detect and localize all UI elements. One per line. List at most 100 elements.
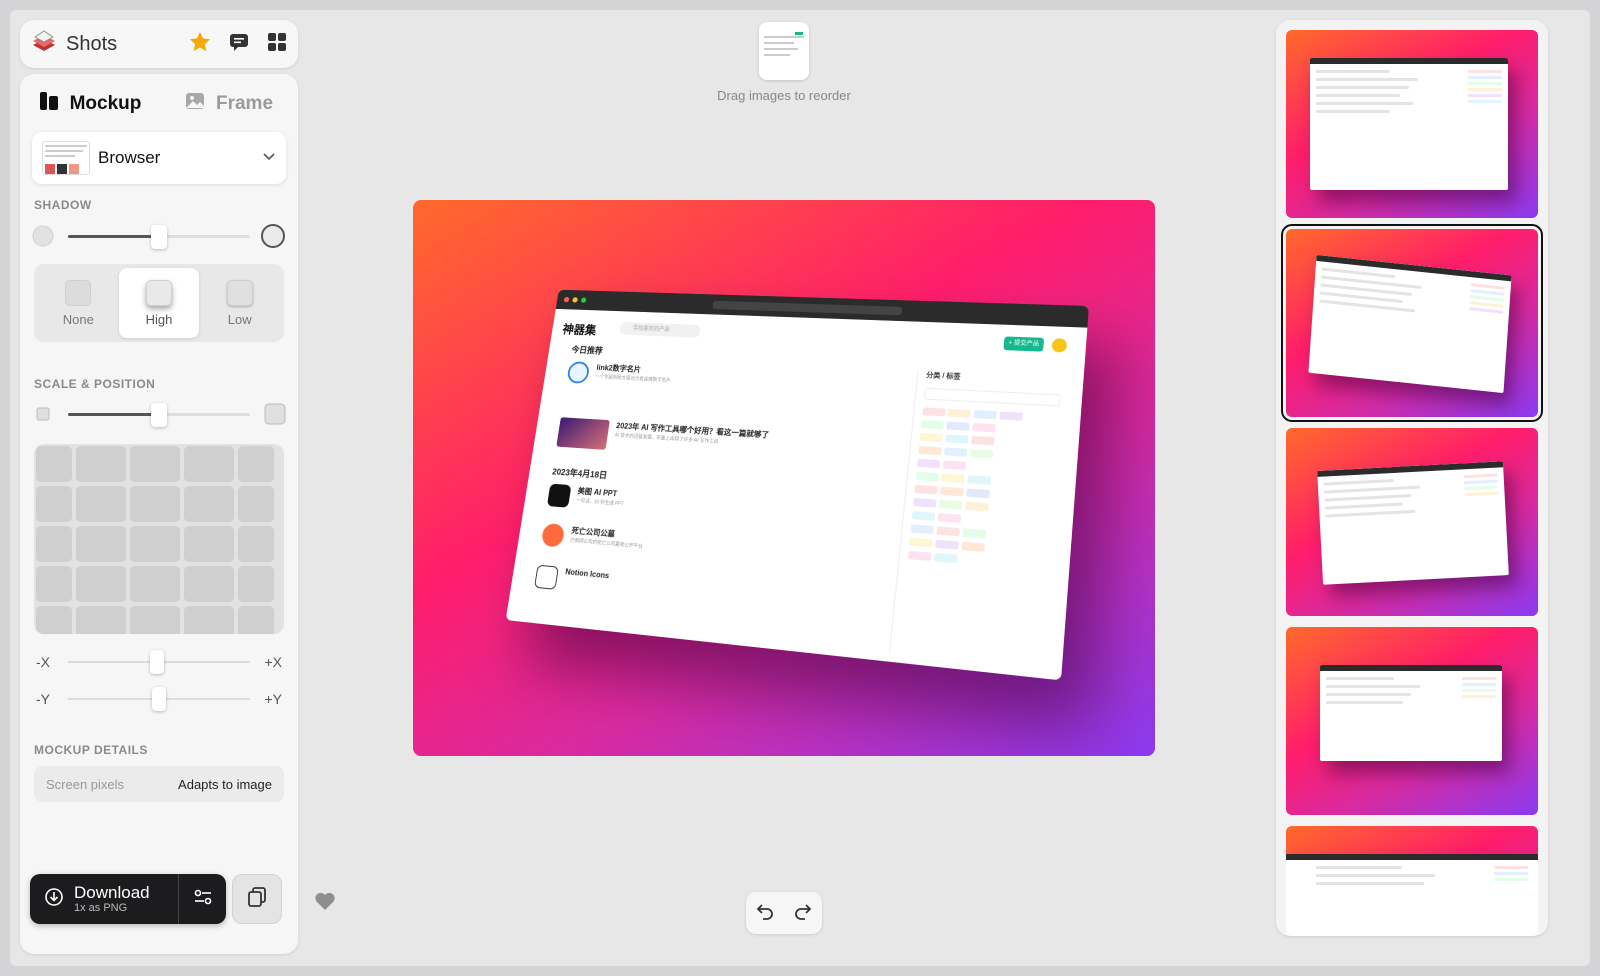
x-max-label: +X	[264, 654, 282, 670]
position-cell[interactable]	[36, 566, 72, 602]
position-cell[interactable]	[36, 446, 72, 482]
chat-icon[interactable]	[228, 31, 250, 58]
position-cell[interactable]	[76, 526, 126, 562]
site-search: 寻找喜欢的产品	[619, 321, 702, 338]
shadow-option-label: None	[62, 311, 94, 327]
brand: Shots	[30, 27, 117, 61]
shadow-option-label: Low	[227, 311, 252, 327]
list-item: link2数字名片 一个专属你的方便对方看连接数字名片	[566, 359, 825, 400]
shadow-max-icon	[260, 224, 286, 255]
variant-thumbnail[interactable]	[1286, 627, 1538, 815]
scale-slider-fill	[68, 413, 159, 416]
scale-position-section-label: SCALE & POSITION	[34, 377, 156, 391]
position-cell[interactable]	[238, 606, 274, 634]
shadow-option-low[interactable]: Low	[199, 268, 280, 338]
tab-frame[interactable]: Frame	[159, 88, 298, 120]
position-grid[interactable]	[34, 444, 284, 634]
category-select	[923, 387, 1061, 407]
x-offset-slider[interactable]: -X +X	[34, 650, 284, 674]
site-logo: 神器集	[561, 322, 598, 338]
download-options-button[interactable]	[179, 886, 226, 913]
download-main[interactable]: Download 1x as PNG	[30, 884, 178, 914]
shadow-section-label: SHADOW	[34, 198, 92, 212]
grid-icon[interactable]	[266, 31, 288, 58]
app-name: Shots	[66, 32, 118, 55]
shadow-slider-fill	[68, 235, 159, 238]
position-cell[interactable]	[36, 606, 72, 634]
shadow-low-swatch	[226, 279, 253, 306]
y-min-label: -Y	[36, 691, 50, 707]
position-cell[interactable]	[238, 446, 274, 482]
item-title: Notion Icons	[564, 567, 610, 581]
variant-browser	[1320, 665, 1502, 761]
variant-thumbnail[interactable]	[1286, 30, 1538, 218]
scale-max-icon	[264, 403, 286, 430]
shadow-option-none[interactable]: None	[38, 268, 119, 338]
position-cell[interactable]	[130, 446, 180, 482]
today-heading: 今日推荐	[570, 345, 604, 356]
position-cell[interactable]	[184, 446, 234, 482]
copy-button[interactable]	[232, 874, 282, 924]
position-cell[interactable]	[238, 566, 274, 602]
position-cell[interactable]	[184, 526, 234, 562]
mockup-details-section-label: MOCKUP DETAILS	[34, 743, 148, 757]
details-key: Screen pixels	[46, 776, 125, 792]
position-cell[interactable]	[76, 606, 126, 634]
scale-slider[interactable]	[32, 400, 286, 428]
image-icon	[184, 90, 206, 118]
variant-browser	[1308, 254, 1512, 394]
variant-thumbnail[interactable]	[1286, 826, 1538, 936]
shadow-min-icon	[32, 225, 54, 252]
side-heading: 分类 / 标签	[925, 372, 961, 381]
download-label: Download	[74, 883, 150, 902]
history-controls	[746, 892, 822, 934]
shadow-slider-handle[interactable]	[151, 225, 167, 249]
star-icon[interactable]	[188, 30, 212, 59]
item-icon	[546, 483, 572, 508]
y-offset-slider[interactable]: -Y +Y	[34, 687, 284, 711]
variant-thumbnail[interactable]	[1286, 428, 1538, 616]
mockup-canvas[interactable]: 神器集 寻找喜欢的产品 + 提交产品 今日推荐 link2数字名片 一个专属你的…	[413, 200, 1155, 756]
variant-browser	[1310, 58, 1508, 190]
close-dot	[563, 296, 570, 303]
variant-thumbnail-selected[interactable]	[1281, 224, 1543, 422]
position-cell[interactable]	[184, 486, 234, 522]
position-cell[interactable]	[184, 566, 234, 602]
redo-icon[interactable]	[793, 901, 813, 926]
list-item: 2023年 AI 写作工具哪个好用？看这一篇就够了 AI 技术的迅猛发展，市面上…	[613, 419, 831, 461]
copy-icon	[245, 885, 269, 914]
mockup-details-row: Screen pixels Adapts to image	[34, 766, 284, 802]
position-cell[interactable]	[130, 566, 180, 602]
shadow-slider[interactable]	[32, 222, 286, 250]
shadow-option-label: High	[145, 311, 173, 327]
tab-mockup[interactable]: Mockup	[20, 88, 159, 120]
download-button[interactable]: Download 1x as PNG	[30, 874, 226, 924]
shadow-option-high[interactable]: High	[118, 268, 200, 338]
position-cell[interactable]	[238, 526, 274, 562]
position-cell[interactable]	[76, 566, 126, 602]
position-cell[interactable]	[76, 486, 126, 522]
heart-icon[interactable]	[313, 889, 337, 918]
position-cell[interactable]	[130, 486, 180, 522]
site-submit-button: + 提交产品	[1003, 336, 1045, 352]
position-cell[interactable]	[130, 606, 180, 634]
site-avatar	[1051, 338, 1068, 353]
reorder-thumbnail[interactable]	[759, 22, 809, 80]
position-cell[interactable]	[36, 526, 72, 562]
scale-slider-handle[interactable]	[151, 403, 167, 427]
variant-browser	[1317, 461, 1509, 585]
details-value: Adapts to image	[178, 776, 272, 792]
tab-mockup-label: Mockup	[69, 93, 142, 114]
device-select[interactable]: Browser	[32, 132, 286, 184]
undo-icon[interactable]	[755, 901, 775, 926]
position-cell[interactable]	[130, 526, 180, 562]
y-slider-handle[interactable]	[152, 687, 166, 711]
download-icon	[44, 887, 64, 912]
x-slider-handle[interactable]	[150, 650, 165, 674]
mode-tabs: Mockup Frame	[20, 88, 298, 120]
position-cell[interactable]	[238, 486, 274, 522]
position-cell[interactable]	[36, 486, 72, 522]
position-cell[interactable]	[184, 606, 234, 634]
position-cell[interactable]	[76, 446, 126, 482]
list-item: Notion Icons	[533, 563, 799, 618]
